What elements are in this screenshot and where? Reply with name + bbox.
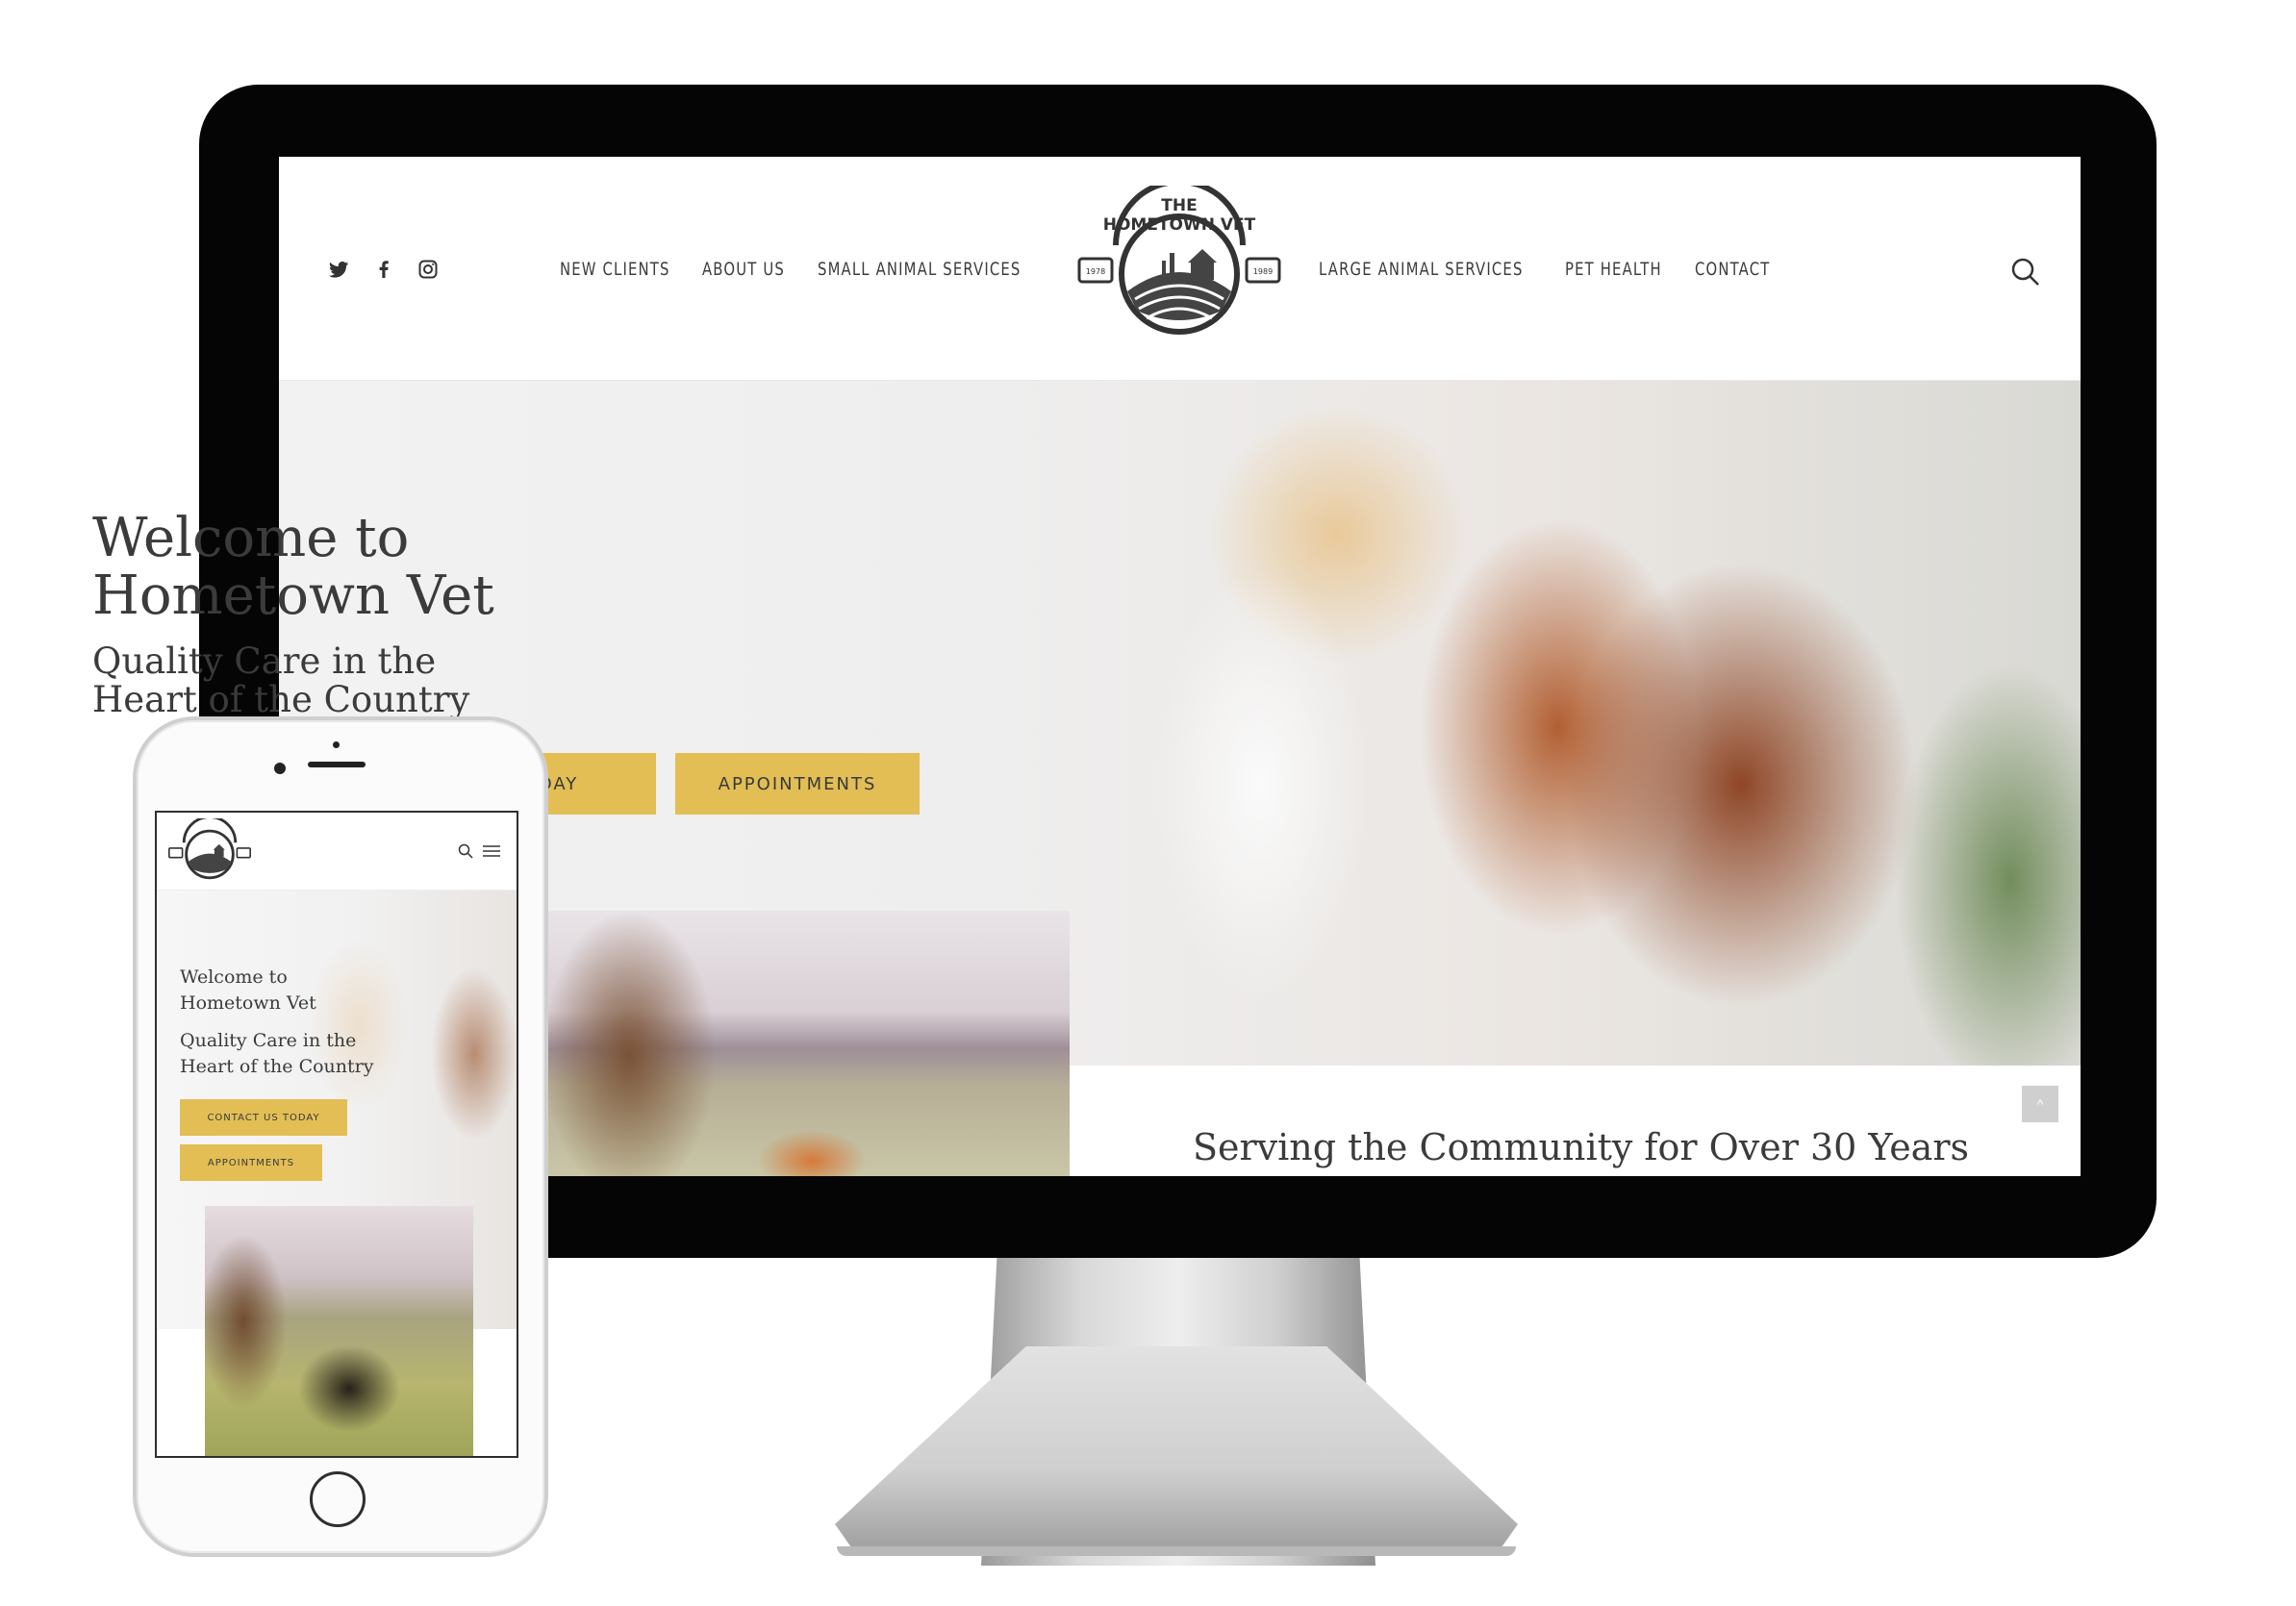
monitor-stand-base bbox=[835, 1346, 1518, 1553]
scroll-to-top-button[interactable]: ^ bbox=[2022, 1086, 2058, 1122]
mobile-search-icon[interactable] bbox=[458, 843, 473, 859]
logo-text-the: THE bbox=[1161, 196, 1197, 215]
farmer-dog-photo bbox=[542, 911, 1070, 1176]
desktop-screen: NEW CLIENTS ABOUT US SMALL ANIMAL SERVIC… bbox=[279, 157, 2081, 1176]
hamburger-menu-icon[interactable] bbox=[483, 844, 500, 858]
phone-speaker bbox=[308, 762, 366, 767]
hero-subtitle-line2: Heart of the Country bbox=[92, 679, 470, 720]
mobile-header bbox=[157, 813, 517, 891]
mobile-farmer-dog-photo bbox=[205, 1206, 473, 1456]
mobile-hero-title: Welcome to Hometown Vet bbox=[180, 965, 316, 1016]
site-header: NEW CLIENTS ABOUT US SMALL ANIMAL SERVIC… bbox=[279, 157, 2081, 381]
hero-title-line1: Welcome to bbox=[92, 507, 410, 569]
mobile-hero-subtitle-line2: Heart of the Country bbox=[180, 1056, 374, 1077]
logo-year-right: 1989 bbox=[1253, 267, 1273, 276]
mobile-hero-subtitle-line1: Quality Care in the bbox=[180, 1030, 357, 1051]
phone-camera bbox=[274, 763, 286, 774]
nav-about-us[interactable]: ABOUT US bbox=[702, 259, 785, 280]
mobile-hero-subtitle: Quality Care in the Heart of the Country bbox=[180, 1028, 373, 1080]
nav-contact[interactable]: CONTACT bbox=[1695, 259, 1770, 280]
nav-large-animal-services[interactable]: LARGE ANIMAL SERVICES bbox=[1319, 259, 1524, 280]
appointments-button[interactable]: APPOINTMENTS bbox=[675, 753, 920, 815]
nav-new-clients[interactable]: NEW CLIENTS bbox=[560, 259, 670, 280]
section-heading: Serving the Community for Over 30 Years bbox=[1193, 1126, 1969, 1168]
mobile-hero-title-line2: Hometown Vet bbox=[180, 992, 316, 1014]
logo-text-main: HOMETOWN VET bbox=[1103, 215, 1256, 235]
nav-small-animal-services[interactable]: SMALL ANIMAL SERVICES bbox=[818, 259, 1022, 280]
hero-title-line2: Hometown Vet bbox=[92, 565, 494, 627]
mobile-hero-title-line1: Welcome to bbox=[180, 966, 288, 988]
mobile-appointments-button[interactable]: APPOINTMENTS bbox=[180, 1144, 322, 1181]
mobile-screen: Welcome to Hometown Vet Quality Care in … bbox=[155, 811, 518, 1458]
hero-title: Welcome to Hometown Vet bbox=[92, 510, 494, 625]
hero-subtitle: Quality Care in the Heart of the Country bbox=[92, 642, 469, 719]
instagram-icon[interactable] bbox=[416, 258, 440, 281]
nav-pet-health[interactable]: PET HEALTH bbox=[1565, 259, 1662, 280]
search-icon[interactable] bbox=[2010, 257, 2041, 288]
phone-sensor bbox=[333, 741, 340, 748]
twitter-icon[interactable] bbox=[327, 258, 350, 281]
hero-subtitle-line1: Quality Care in the bbox=[92, 640, 437, 682]
mobile-contact-us-today-button[interactable]: CONTACT US TODAY bbox=[180, 1099, 347, 1136]
mobile-logo[interactable] bbox=[168, 818, 251, 882]
phone-home-button bbox=[310, 1471, 366, 1527]
monitor-stand-shadow bbox=[837, 1546, 1516, 1556]
chevron-up-icon: ^ bbox=[2036, 1096, 2044, 1112]
facebook-icon[interactable] bbox=[372, 258, 395, 281]
hometown-vet-logo[interactable]: THE HOMETOWN VET 1978 1989 bbox=[1077, 186, 1281, 341]
logo-year-left: 1978 bbox=[1086, 267, 1105, 276]
